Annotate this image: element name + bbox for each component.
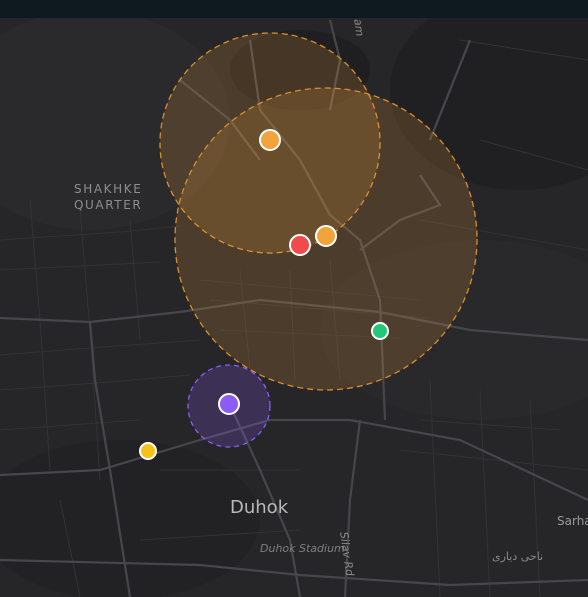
city-label: Duhok <box>230 497 289 518</box>
marker-yellow-west[interactable] <box>139 442 157 460</box>
stadium-label: Duhok Stadium <box>260 542 345 555</box>
top-bar <box>0 0 588 18</box>
district-label: SHAKHKE QUARTER <box>74 181 142 213</box>
district-label-line1: SHAKHKE <box>74 182 143 196</box>
arabic-area-label: ناحى ديارى <box>492 550 544 563</box>
marker-orange-center[interactable] <box>315 225 337 247</box>
road-label-top: am <box>351 18 367 38</box>
marker-orange-north[interactable] <box>259 129 281 151</box>
place-label-right: Sarha <box>557 514 588 528</box>
marker-green-east[interactable] <box>371 322 389 340</box>
marker-purple-south[interactable] <box>218 393 240 415</box>
district-label-line2: QUARTER <box>74 198 143 212</box>
marker-red-center[interactable] <box>289 234 311 256</box>
map-canvas[interactable] <box>0 0 588 597</box>
map-view[interactable]: SHAKHKE QUARTER Duhok Duhok Stadium Sila… <box>0 0 588 597</box>
